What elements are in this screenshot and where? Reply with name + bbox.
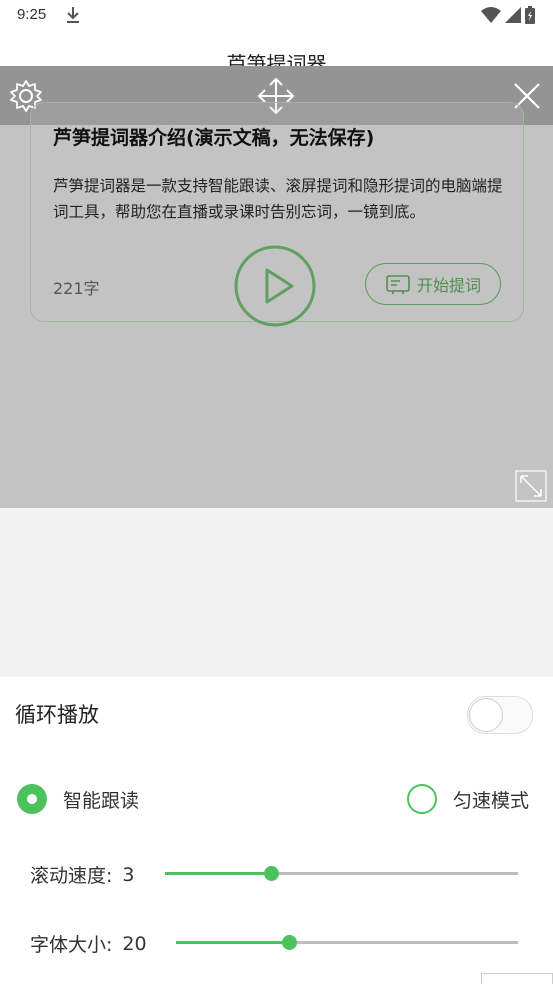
speed-slider[interactable] xyxy=(165,866,518,881)
status-bar: 9:25 xyxy=(0,0,553,30)
status-time: 9:25 xyxy=(17,6,47,23)
script-title: 芦笋提词器介绍(演示文稿，无法保存) xyxy=(53,127,375,149)
settings-panel: 循环播放 智能跟读 匀速模式 滚动速度: 3 字体大小: 20 xyxy=(0,677,553,984)
loop-toggle-knob xyxy=(469,698,503,732)
signal-icon xyxy=(505,7,521,23)
word-count: 221字 xyxy=(53,279,100,298)
radio-uniform-speed-label: 匀速模式 xyxy=(453,789,530,812)
floating-badge[interactable] xyxy=(481,973,553,984)
battery-icon xyxy=(525,6,535,24)
font-size-slider-thumb[interactable] xyxy=(281,935,297,950)
play-icon[interactable] xyxy=(234,245,316,327)
font-size-slider-fill xyxy=(176,941,289,944)
font-size-row: 字体大小: 20 xyxy=(30,930,147,957)
speed-slider-thumb[interactable] xyxy=(263,866,279,881)
speed-row: 滚动速度: 3 xyxy=(30,861,135,888)
font-size-label: 字体大小: xyxy=(30,934,113,956)
speed-value: 3 xyxy=(122,863,135,886)
radio-smart-follow-label: 智能跟读 xyxy=(63,789,140,812)
radio-uniform-speed[interactable]: 匀速模式 xyxy=(407,784,529,814)
font-size-slider[interactable] xyxy=(176,935,518,950)
speed-label: 滚动速度: xyxy=(30,865,113,887)
font-size-value: 20 xyxy=(122,932,147,955)
script-body: 芦笋提词器是一款支持智能跟读、滚屏提词和隐形提词的电脑端提词工具，帮助您在直播或… xyxy=(53,177,503,221)
radio-uniform-speed-indicator xyxy=(407,784,437,814)
loop-toggle[interactable] xyxy=(467,696,533,734)
resize-icon[interactable] xyxy=(515,470,547,502)
prompter-overlay[interactable]: 芦笋提词器介绍(演示文稿，无法保存) 芦笋提词器是一款支持智能跟读、滚屏提词和隐… xyxy=(0,66,553,508)
wifi-icon xyxy=(481,7,501,23)
radio-smart-follow[interactable]: 智能跟读 xyxy=(17,784,139,814)
start-prompt-button[interactable]: 开始提词 xyxy=(365,263,501,305)
prompt-screen-icon xyxy=(386,275,410,294)
radio-smart-follow-indicator xyxy=(17,784,47,814)
download-icon xyxy=(67,7,79,23)
speed-slider-fill xyxy=(165,872,271,875)
loop-label: 循环播放 xyxy=(15,703,99,727)
start-prompt-label: 开始提词 xyxy=(416,276,481,295)
